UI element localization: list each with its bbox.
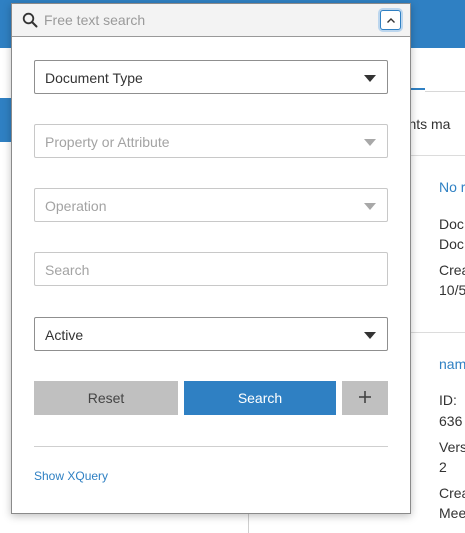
result-field-label: Doc xyxy=(439,216,464,232)
status-select[interactable]: Active xyxy=(34,317,388,351)
result-field-label: Crea xyxy=(439,485,465,501)
result-title[interactable]: No r xyxy=(439,179,465,195)
result-field-value: 10/5 xyxy=(439,282,465,298)
result-field-label: Vers xyxy=(439,439,465,455)
chevron-up-icon xyxy=(386,11,396,29)
result-title[interactable]: nam xyxy=(439,356,465,372)
search-bar xyxy=(12,4,410,37)
result-field-value: Mee xyxy=(439,505,465,521)
collapse-button[interactable] xyxy=(380,10,401,30)
reset-button[interactable]: Reset xyxy=(34,381,178,415)
show-xquery-link[interactable]: Show XQuery xyxy=(34,469,108,483)
advanced-search-panel: Document Type Property or Attribute Oper… xyxy=(11,3,411,514)
chevron-down-icon xyxy=(364,75,376,82)
tab-divider xyxy=(425,91,465,92)
result-field-label: Crea xyxy=(439,262,465,278)
document-type-label: Document Type xyxy=(45,70,143,86)
operation-select[interactable]: Operation xyxy=(34,188,388,222)
property-label: Property or Attribute xyxy=(45,134,170,150)
value-search-field xyxy=(34,252,388,286)
chevron-down-icon xyxy=(364,203,376,210)
result-field-value: Doc xyxy=(439,236,464,252)
chevron-down-icon xyxy=(364,139,376,146)
value-search-input[interactable] xyxy=(45,260,375,280)
result-field-value: 636 xyxy=(439,413,463,429)
result-field-label: ID: xyxy=(439,392,457,408)
plus-icon xyxy=(358,390,372,407)
free-text-search-input[interactable] xyxy=(44,10,374,30)
result-divider xyxy=(410,155,465,156)
operation-label: Operation xyxy=(45,198,107,214)
chevron-down-icon xyxy=(364,332,376,339)
search-icon xyxy=(22,12,38,28)
status-label: Active xyxy=(45,327,84,343)
search-button[interactable]: Search xyxy=(184,381,336,415)
result-field-value: 2 xyxy=(439,459,447,475)
add-filter-button[interactable] xyxy=(342,381,388,415)
property-select[interactable]: Property or Attribute xyxy=(34,124,388,158)
result-divider xyxy=(410,332,465,333)
document-type-select[interactable]: Document Type xyxy=(34,60,388,94)
panel-divider xyxy=(34,446,388,447)
